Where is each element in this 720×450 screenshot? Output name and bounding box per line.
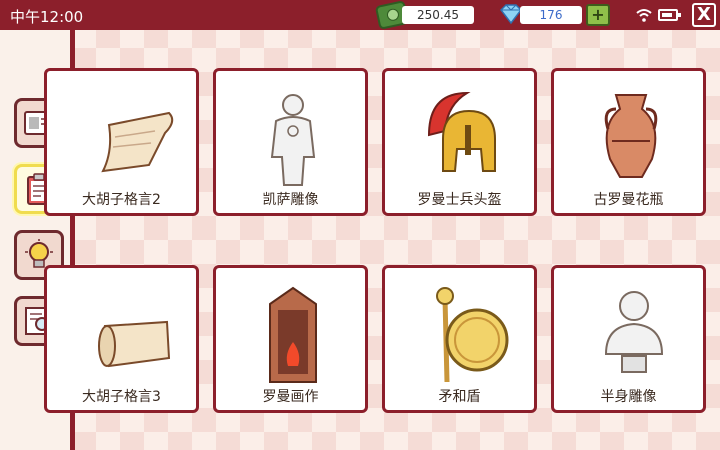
wifi-icon [636, 9, 652, 22]
bust-statue-icon [604, 291, 664, 373]
item-label: 大胡子格言3 [82, 389, 161, 405]
item-label: 罗曼画作 [262, 389, 319, 405]
scroll-icon [98, 320, 171, 368]
top-status-bar: 中午12:00 250.45 176 + X [0, 0, 720, 30]
item-label: 矛和盾 [438, 389, 481, 405]
close-button[interactable]: X [692, 3, 716, 27]
clock-time: 中午12:00 [10, 8, 84, 26]
spear-shield-icon [436, 287, 509, 383]
item-label: 半身雕像 [600, 389, 657, 405]
item-card[interactable]: 凯萨雕像 [213, 68, 368, 216]
item-card[interactable]: 罗曼士兵头盔 [382, 68, 537, 216]
item-label: 大胡子格言2 [82, 192, 161, 208]
roman-painting-icon [269, 286, 317, 383]
item-card[interactable]: 大胡子格言2 [44, 68, 199, 216]
battery-icon [658, 9, 681, 21]
money-counter: 250.45 [402, 6, 474, 24]
item-card[interactable]: 罗曼画作 [213, 265, 368, 413]
item-label: 凯萨雕像 [262, 192, 319, 208]
item-card[interactable]: 半身雕像 [551, 265, 706, 413]
add-currency-button[interactable]: + [586, 4, 610, 26]
item-label: 罗曼士兵头盔 [417, 192, 502, 208]
gem-counter: 176 [520, 6, 582, 24]
item-label: 古罗曼花瓶 [593, 192, 664, 208]
roman-helmet-icon [427, 91, 496, 172]
paper-note-icon [101, 111, 174, 173]
caesar-statue-icon [270, 94, 316, 186]
roman-vase-icon [604, 94, 658, 178]
item-card[interactable]: 大胡子格言3 [44, 265, 199, 413]
item-card[interactable]: 矛和盾 [382, 265, 537, 413]
item-card[interactable]: 古罗曼花瓶 [551, 68, 706, 216]
